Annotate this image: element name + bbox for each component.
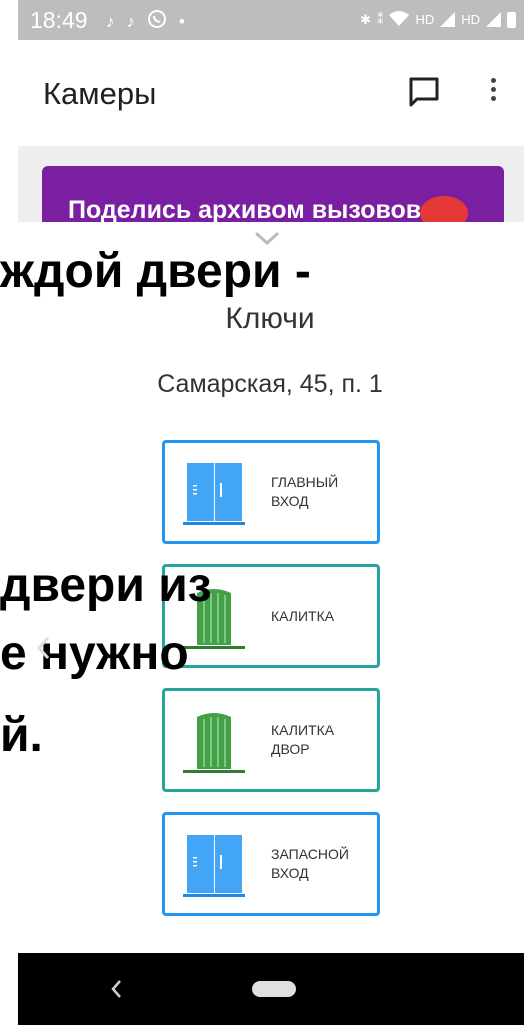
key-card-backup-entrance[interactable]: ЗАПАСНОЙ ВХОД xyxy=(162,812,380,916)
system-icons: ✱ ⁑ HD HD xyxy=(360,10,516,29)
app-bar: Камеры xyxy=(18,40,524,146)
more-options-button[interactable] xyxy=(486,74,500,110)
hd-label: HD xyxy=(415,12,435,27)
key-label: ЗАПАСНОЙ ВХОД xyxy=(271,846,349,881)
key-label: КАЛИТКА xyxy=(271,607,335,624)
key-label: ГЛАВНЫЙ ВХОД xyxy=(271,474,339,509)
bluetooth-icon: ✱ xyxy=(360,11,371,27)
double-door-icon xyxy=(183,835,245,897)
home-button[interactable] xyxy=(252,981,296,997)
chat-button[interactable] xyxy=(406,74,442,110)
vibrate-icon: ⁑ xyxy=(376,11,384,27)
system-nav-bar xyxy=(18,953,524,1025)
signal-icon xyxy=(486,12,501,27)
tiktok-icon: ♪ xyxy=(106,11,115,31)
address-label: Самарская, 45, п. 1 xyxy=(157,370,383,398)
more-vertical-icon xyxy=(486,78,500,101)
key-card-main-entrance[interactable]: ГЛАВНЫЙ ВХОД xyxy=(162,440,380,544)
chevron-left-icon xyxy=(36,636,50,660)
page-title: Камеры xyxy=(43,76,157,111)
key-label: КАЛИТКА ДВОР xyxy=(271,722,335,757)
sheet-handle[interactable] xyxy=(255,232,279,246)
battery-icon xyxy=(507,11,516,28)
double-door-icon xyxy=(183,463,245,525)
overlay-caption-line: й. xyxy=(0,709,43,762)
status-bar: 18:49 ♪ ♪ • ✱ ⁑ HD HD xyxy=(18,0,524,40)
notification-icons: ♪ ♪ • xyxy=(106,9,185,34)
overlay-caption-line: е нужно xyxy=(0,627,189,680)
back-icon xyxy=(111,980,121,998)
tiktok-icon: ♪ xyxy=(126,11,136,31)
key-card-gate-yard[interactable]: КАЛИТКА ДВОР xyxy=(162,688,380,792)
back-button[interactable] xyxy=(110,979,122,999)
whatsapp-icon xyxy=(147,9,167,34)
wifi-icon xyxy=(389,10,410,29)
status-time: 18:49 xyxy=(30,7,88,33)
sheet-title: Ключи xyxy=(225,302,315,335)
gate-icon xyxy=(183,713,245,773)
signal-icon xyxy=(440,12,456,27)
hd-label: HD xyxy=(461,12,480,27)
promo-text: Поделись архивом вызовов xyxy=(68,196,422,224)
chat-icon xyxy=(409,77,439,107)
overlay-caption-line: двери из xyxy=(0,559,212,612)
chevron-down-icon xyxy=(255,232,279,246)
overlay-caption-line: ждой двери - xyxy=(0,245,311,298)
dot-icon: • xyxy=(179,11,185,31)
